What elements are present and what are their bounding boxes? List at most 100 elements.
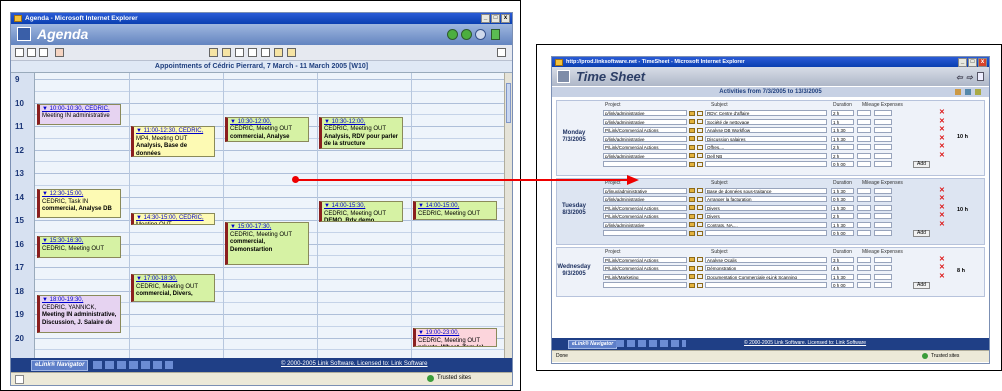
delete-icon[interactable]: ✕ bbox=[939, 118, 945, 125]
browse-icon[interactable] bbox=[697, 161, 703, 167]
subject-input[interactable]: Discussion salaires bbox=[705, 135, 827, 142]
folder-icon[interactable] bbox=[689, 205, 695, 210]
browse-icon[interactable] bbox=[697, 136, 703, 141]
mileage-input[interactable] bbox=[857, 221, 871, 228]
expenses-input[interactable] bbox=[874, 213, 892, 219]
browse-icon[interactable] bbox=[697, 230, 703, 236]
copyright-link[interactable]: © 2000-2005 Link Software. Licensed to: … bbox=[744, 340, 866, 346]
calendar-event[interactable]: ▼ 14:00-15:00, CEDRIC, Meeting OUT bbox=[413, 201, 497, 220]
delete-icon[interactable]: ✕ bbox=[939, 126, 945, 133]
event-time-link[interactable]: ▼ 18:00-19:30, bbox=[42, 297, 118, 305]
first-week-icon[interactable] bbox=[209, 48, 218, 57]
mileage-input[interactable] bbox=[857, 152, 871, 159]
mileage-input[interactable] bbox=[857, 213, 871, 219]
duration-select[interactable]: 1 h 30 bbox=[831, 273, 854, 280]
navigator-button[interactable]: eLink® Navigator bbox=[31, 360, 89, 371]
project-input[interactable]: p/linux/administrative bbox=[603, 187, 687, 194]
browse-icon[interactable] bbox=[697, 222, 703, 227]
event-time-link[interactable]: ▼ 17:00-18:30, bbox=[136, 276, 212, 284]
duration-select[interactable]: 1 h 30 bbox=[831, 135, 854, 142]
delete-icon[interactable]: ✕ bbox=[939, 264, 945, 271]
folder-icon[interactable] bbox=[689, 153, 695, 158]
minimize-button[interactable]: _ bbox=[481, 14, 490, 23]
last-week-icon[interactable] bbox=[287, 48, 296, 57]
forward-icon[interactable]: ⇨ bbox=[966, 73, 973, 82]
folder-icon[interactable] bbox=[689, 230, 695, 236]
duration-select[interactable]: 4 h bbox=[831, 265, 854, 271]
event-time-link[interactable]: ▼ 14:30-15:00, CEDRIC, bbox=[136, 215, 212, 223]
subject-input[interactable]: Analyse Ocalis bbox=[705, 256, 827, 263]
project-input[interactable] bbox=[603, 161, 687, 167]
subject-input[interactable]: Base de données sous-traitance bbox=[705, 187, 827, 194]
expenses-input[interactable] bbox=[874, 187, 892, 194]
expenses-input[interactable] bbox=[874, 196, 892, 202]
duration-select[interactable]: 2 h bbox=[831, 152, 854, 159]
expenses-input[interactable] bbox=[874, 110, 892, 116]
subject-input[interactable]: Arranger la facturation bbox=[705, 196, 827, 202]
calendar-event[interactable]: ▼ 10:30-12:00, CEDRIC, Meeting OUT commerc… bbox=[225, 116, 309, 143]
mileage-input[interactable] bbox=[857, 196, 871, 202]
event-time-link[interactable]: ▼ 11:00-12:30, CEDRIC, bbox=[136, 128, 212, 136]
mileage-input[interactable] bbox=[857, 265, 871, 271]
subject-input[interactable]: Analyse DB Workflow bbox=[705, 127, 827, 133]
delete-icon[interactable]: ✕ bbox=[939, 109, 945, 116]
maximize-button[interactable]: □ bbox=[491, 14, 500, 23]
duration-select[interactable]: 1 h bbox=[831, 118, 854, 125]
duration-select[interactable]: 3 h bbox=[831, 256, 854, 263]
subject-input[interactable]: Divers bbox=[705, 213, 827, 219]
mileage-input[interactable] bbox=[857, 282, 871, 288]
week-view-icon[interactable] bbox=[27, 48, 36, 57]
project-input[interactable] bbox=[603, 282, 687, 288]
mileage-input[interactable] bbox=[857, 161, 871, 167]
project-input[interactable]: p/link/administrative bbox=[603, 152, 687, 159]
project-input[interactable]: p/link/administrative bbox=[603, 135, 687, 142]
calendar-event[interactable]: ▼ 10:30-12:00, CEDRIC, Meeting OUT Analysi… bbox=[319, 116, 403, 150]
browse-icon[interactable] bbox=[697, 119, 703, 124]
subject-input[interactable]: Dell NB bbox=[705, 152, 827, 159]
expenses-input[interactable] bbox=[874, 256, 892, 263]
delete-icon[interactable]: ✕ bbox=[939, 187, 945, 194]
duration-select[interactable]: 1 h 30 bbox=[831, 204, 854, 211]
mileage-input[interactable] bbox=[857, 127, 871, 133]
search-icon[interactable] bbox=[261, 48, 270, 57]
browse-icon[interactable] bbox=[697, 274, 703, 279]
folder-icon[interactable] bbox=[689, 282, 695, 288]
delete-icon[interactable]: ✕ bbox=[939, 143, 945, 150]
subject-input[interactable] bbox=[705, 230, 827, 236]
event-time-link[interactable]: ▼ 10:30-12:00, bbox=[230, 119, 306, 127]
subject-input[interactable]: Divers bbox=[705, 204, 827, 211]
expenses-input[interactable] bbox=[874, 152, 892, 159]
mileage-input[interactable] bbox=[857, 110, 871, 116]
mileage-input[interactable] bbox=[857, 187, 871, 194]
expenses-input[interactable] bbox=[874, 118, 892, 125]
export-icon[interactable] bbox=[977, 72, 984, 81]
project-input[interactable]: P/Link/Marketing bbox=[603, 273, 687, 280]
back-icon[interactable]: ⇦ bbox=[956, 73, 963, 82]
expenses-input[interactable] bbox=[874, 161, 892, 167]
expenses-input[interactable] bbox=[874, 127, 892, 133]
calendar-event[interactable]: ▼ 14:00-15:30, CEDRIC, Meeting OUT DEMO, R… bbox=[319, 201, 403, 223]
delete-icon[interactable]: ✕ bbox=[939, 195, 945, 202]
calendar-event[interactable]: ▼ 15:30-16:30, CEDRIC, Meeting OUT bbox=[37, 236, 121, 258]
expenses-input[interactable] bbox=[874, 204, 892, 211]
duration-select[interactable]: 0 h 00 bbox=[831, 230, 854, 236]
subject-input[interactable]: Documentation Commerciale eLink Scanning bbox=[705, 273, 827, 280]
subject-input[interactable] bbox=[705, 161, 827, 167]
duration-select[interactable]: 1 h 30 bbox=[831, 221, 854, 228]
day-view-icon[interactable] bbox=[15, 48, 24, 57]
duration-select[interactable]: 1 h 30 bbox=[831, 187, 854, 194]
mileage-input[interactable] bbox=[857, 256, 871, 263]
expenses-input[interactable] bbox=[874, 265, 892, 271]
project-input[interactable] bbox=[603, 230, 687, 236]
nav-icons[interactable] bbox=[616, 340, 686, 347]
folder-icon[interactable] bbox=[689, 188, 695, 193]
month-view-icon[interactable] bbox=[39, 48, 48, 57]
folder-icon[interactable] bbox=[689, 213, 695, 219]
filter-icon[interactable] bbox=[497, 48, 506, 57]
browse-icon[interactable] bbox=[697, 144, 703, 150]
mileage-input[interactable] bbox=[857, 204, 871, 211]
browse-icon[interactable] bbox=[697, 127, 703, 133]
calendar-event[interactable]: ▼ 14:30-15:00, CEDRIC,Meeting OUT bbox=[131, 212, 215, 225]
delete-icon[interactable]: ✕ bbox=[939, 204, 945, 211]
browse-icon[interactable] bbox=[697, 188, 703, 193]
